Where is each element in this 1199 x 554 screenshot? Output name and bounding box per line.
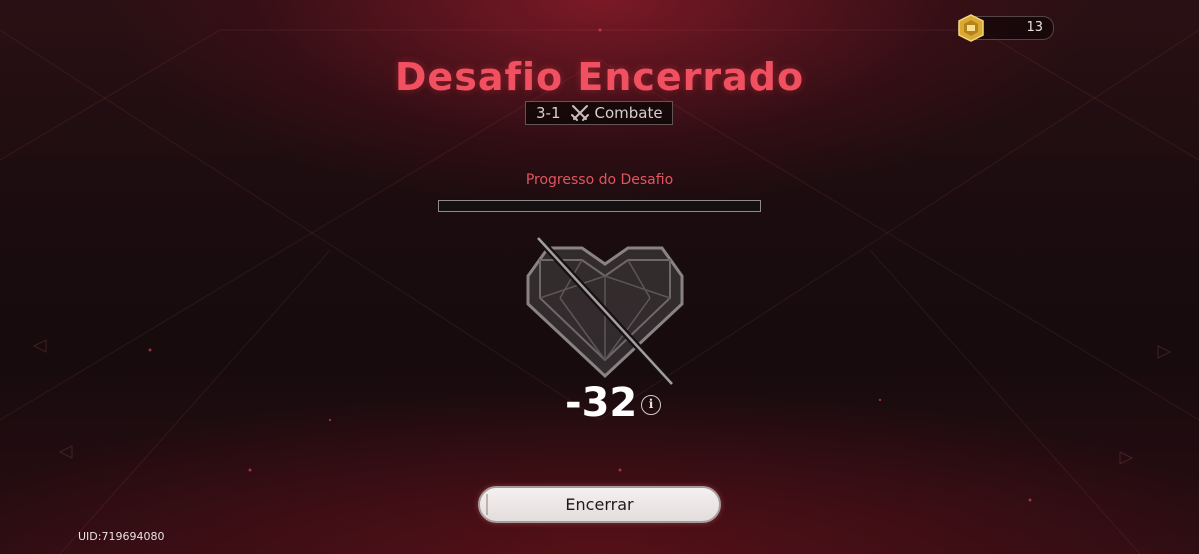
stage-number: 3-1 (536, 104, 561, 122)
stage-type: Combate (594, 104, 663, 122)
progress-label: Progresso do Desafio (525, 172, 674, 188)
user-id: UID:719694080 (78, 530, 165, 543)
gold-coin-icon (958, 14, 984, 42)
progress-bar (438, 200, 761, 212)
health-change-value: -32 (565, 380, 638, 426)
challenge-result-screen: 13 Desafio Encerrado 3-1 Combate Progres… (0, 0, 1199, 554)
page-title: Desafio Encerrado (394, 55, 805, 99)
broken-heart-icon (526, 236, 684, 386)
end-button[interactable]: Encerrar (478, 486, 721, 523)
info-icon[interactable]: i (641, 395, 661, 415)
stage-tag: 3-1 Combate (525, 101, 673, 125)
currency-value: 13 (1026, 20, 1043, 35)
crossed-swords-icon (570, 105, 589, 121)
currency-counter[interactable]: 13 (958, 14, 1054, 42)
